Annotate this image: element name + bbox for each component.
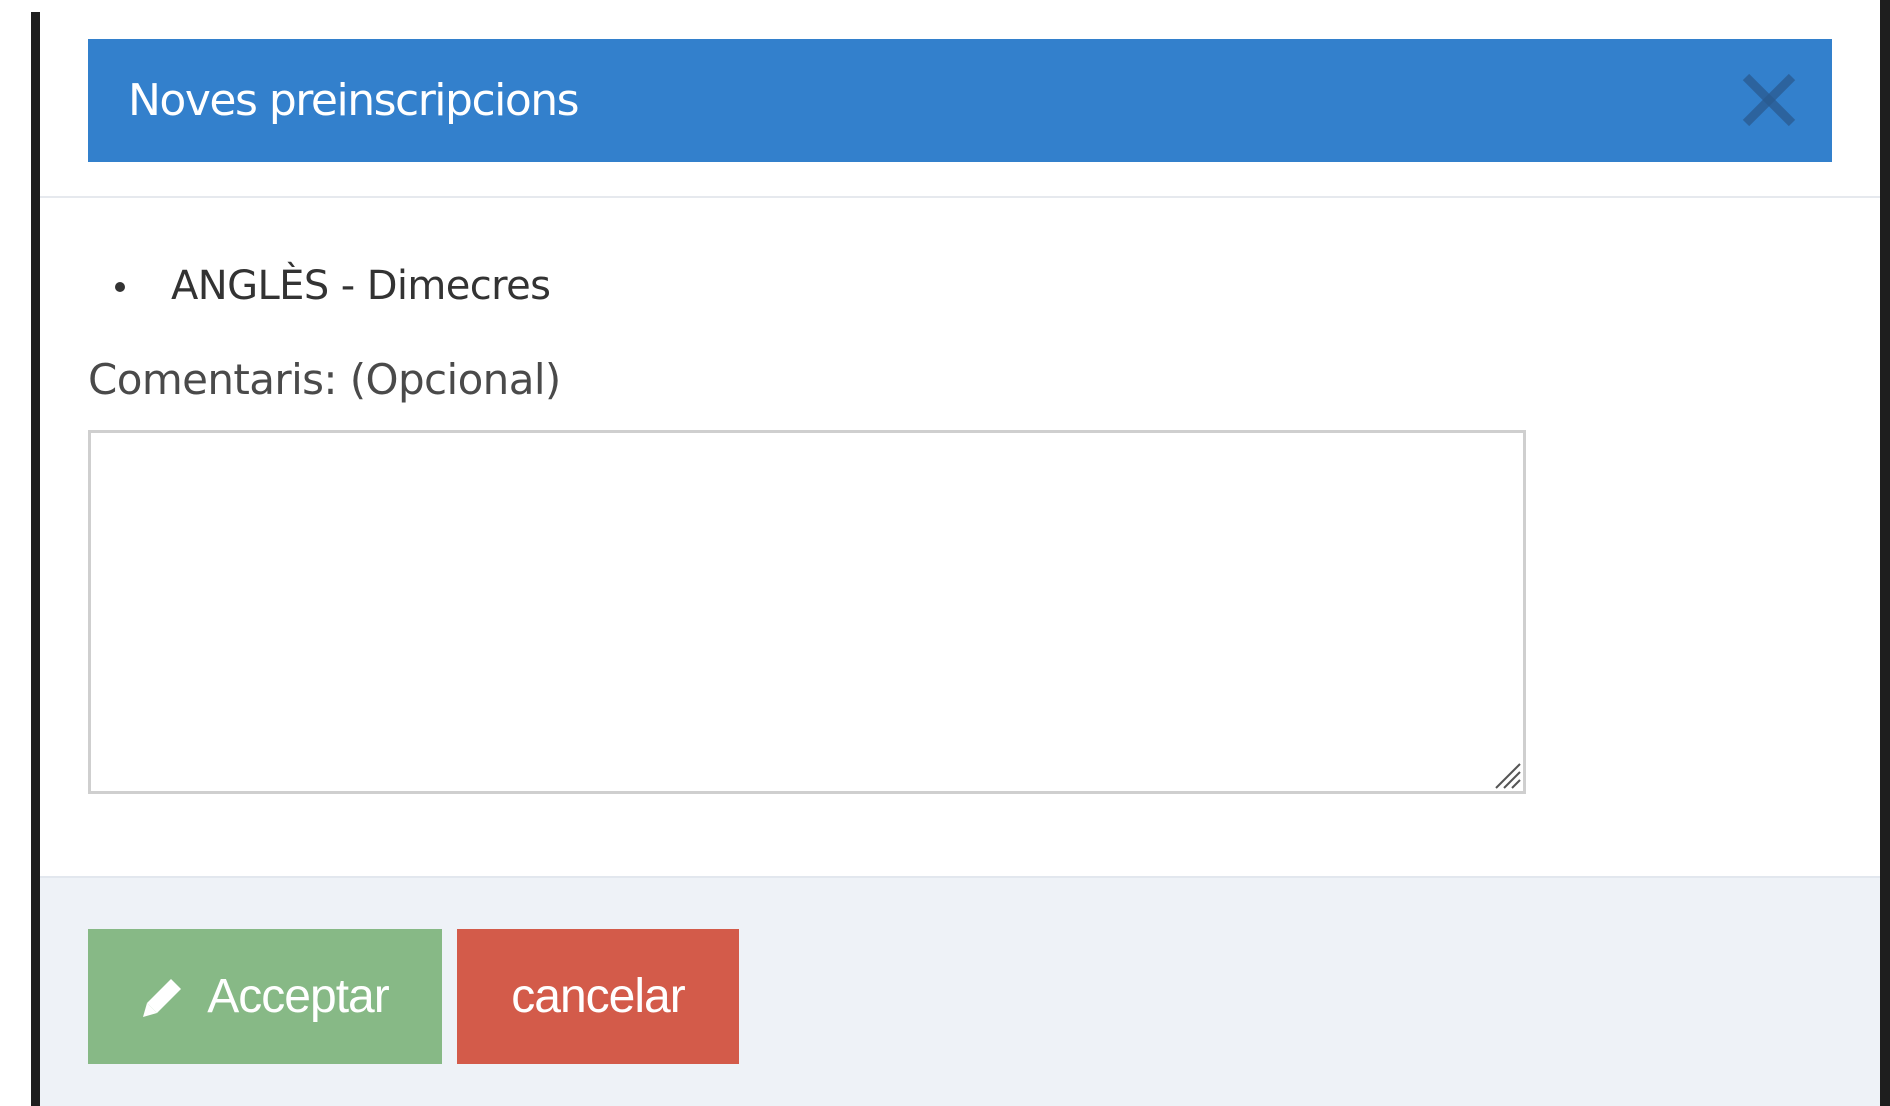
list-item: ANGLÈS - Dimecres <box>88 258 551 314</box>
preinscription-modal: Noves preinscripcions ANGLÈS - Dimecres … <box>40 0 1880 1106</box>
course-list: ANGLÈS - Dimecres <box>88 258 551 314</box>
accept-label: Acceptar <box>207 970 389 1023</box>
window-right-border <box>1880 0 1890 1106</box>
comments-textarea[interactable] <box>88 430 1526 794</box>
modal-header: Noves preinscripcions <box>88 39 1832 162</box>
close-icon <box>1732 63 1806 137</box>
bullet-icon <box>115 282 125 292</box>
header-divider <box>40 196 1880 198</box>
comments-label: Comentaris: (Opcional) <box>88 355 561 404</box>
modal-title: Noves preinscripcions <box>128 75 580 126</box>
modal-footer: Acceptar cancelar <box>40 876 1880 1106</box>
pencil-icon <box>141 975 185 1019</box>
page: Noves preinscripcions ANGLÈS - Dimecres … <box>0 0 1890 1106</box>
course-label: ANGLÈS - Dimecres <box>171 263 551 309</box>
close-button[interactable] <box>1732 63 1806 137</box>
window-left-border <box>31 12 40 1106</box>
resize-handle[interactable] <box>1490 758 1522 790</box>
cancel-label: cancelar <box>511 970 685 1023</box>
cancel-button[interactable]: cancelar <box>457 929 739 1064</box>
accept-button[interactable]: Acceptar <box>88 929 442 1064</box>
